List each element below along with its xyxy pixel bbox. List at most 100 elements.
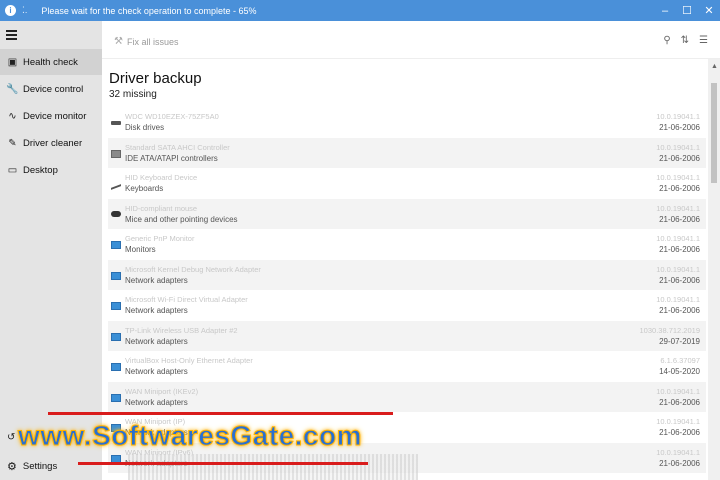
fix-all-button[interactable]: ⚒ Fix all issues [114, 36, 178, 47]
info-icon: i [5, 5, 16, 16]
list-item[interactable]: WDC WD10EZEX-75ZF5A0 Disk drives 10.0.1904… [108, 107, 706, 138]
status-message: Please wait for the check operation to c… [41, 5, 257, 16]
driver-category: Network adapters [125, 275, 188, 285]
driver-category: Disk drives [125, 123, 165, 132]
sidebar-item-driver-cleaner[interactable]: ✎ Driver cleaner [0, 130, 102, 156]
driver-version: 1030.38.712.2019 [639, 325, 700, 335]
sort-icon[interactable]: ⇅ [681, 35, 689, 46]
sidebar-item-desktop[interactable]: ▭ Desktop [0, 157, 102, 183]
driver-name: Microsoft Wi-Fi Direct Virtual Adapter [125, 295, 248, 304]
driver-category: Monitors [125, 245, 156, 254]
list-item[interactable]: TP-Link Wireless USB Adapter #2 Network a… [108, 320, 706, 351]
driver-category: Network adapters [125, 306, 188, 315]
missing-count: 32 missing [109, 89, 157, 100]
driver-version: 10.0.19041.1 [656, 386, 700, 396]
window-controls: – ☐ ✕ [654, 0, 720, 21]
list-item[interactable]: VirtualBox Host-Only Ethernet Adapter Net… [108, 351, 706, 382]
driver-version: 10.0.19041.1 [656, 417, 700, 426]
list-item[interactable]: Microsoft Kernel Debug Network Adapter Ne… [108, 259, 706, 290]
scrollbar-thumb[interactable] [711, 83, 717, 183]
driver-name: HID-compliant mouse [125, 203, 198, 213]
pulse-icon: ∿ [8, 110, 17, 122]
list-item[interactable]: Generic PnP Monitor Monitors 10.0.19041.1 2… [108, 229, 706, 260]
sidebar-item-label: Health check [23, 56, 78, 68]
list-item[interactable]: Microsoft Wi-Fi Direct Virtual Adapter Ne… [108, 290, 706, 321]
driver-version: 10.0.19041.1 [656, 447, 700, 457]
list-item[interactable]: HID-compliant mouse Mice and other pointi… [108, 198, 706, 229]
watermark-text: www.SoftwaresGate.com [18, 420, 363, 452]
driver-date: 21-06-2006 [659, 245, 700, 254]
driver-category: Network adapters [125, 367, 188, 376]
network-icon [111, 363, 121, 371]
network-icon [111, 332, 121, 341]
watermark-stripe [48, 412, 393, 415]
health-icon: ▣ [7, 56, 18, 68]
page-title: Driver backup [109, 70, 202, 87]
network-icon [111, 271, 121, 280]
broom-icon: ✎ [8, 137, 17, 149]
driver-category: Network adapters [125, 336, 188, 346]
sidebar-item-label: Driver cleaner [23, 137, 83, 149]
driver-date: 21-06-2006 [659, 458, 700, 468]
driver-date: 21-06-2006 [659, 275, 700, 285]
driver-date: 21-06-2006 [659, 153, 700, 163]
watermark: www.SoftwaresGate.com [18, 412, 418, 480]
driver-name: VirtualBox Host-Only Ethernet Adapter [125, 356, 253, 365]
network-icon [111, 393, 121, 402]
network-icon [111, 302, 121, 310]
driver-date: 21-06-2006 [659, 397, 700, 407]
driver-version: 10.0.19041.1 [656, 173, 700, 182]
driver-name: Microsoft Kernel Debug Network Adapter [125, 264, 261, 274]
menu-icon[interactable] [6, 30, 17, 42]
sidebar-item-device-control[interactable]: 🔧 Device control [0, 76, 102, 102]
gear-icon: ⚙ [7, 460, 17, 473]
close-icon[interactable]: ✕ [698, 4, 720, 17]
driver-date: 29-07-2019 [659, 336, 700, 346]
sidebar-item-label: Device monitor [23, 110, 87, 122]
driver-version: 6.1.6.37097 [660, 356, 700, 365]
monitor-icon [111, 241, 121, 249]
list-item[interactable]: WAN Miniport (IKEv2) Network adapters 10.0… [108, 381, 706, 412]
driver-name: Standard SATA AHCI Controller [125, 142, 230, 152]
sidebar-item-device-monitor[interactable]: ∿ Device monitor [0, 103, 102, 129]
spinner-icon: ⁚. [22, 5, 28, 15]
driver-version: 10.0.19041.1 [656, 295, 700, 304]
wrench-icon: 🔧 [6, 83, 19, 95]
disk-icon [111, 121, 121, 125]
maximize-icon[interactable]: ☐ [676, 4, 698, 17]
toolbar-icons: ⚲ ⇅ ☰ [663, 35, 708, 46]
search-icon[interactable]: ⚲ [663, 35, 670, 46]
driver-category: Mice and other pointing devices [125, 214, 238, 224]
list-view-icon[interactable]: ☰ [699, 35, 708, 46]
sidebar-item-label: Device control [23, 83, 84, 95]
driver-version: 10.0.19041.1 [656, 264, 700, 274]
driver-category: Network adapters [125, 397, 188, 407]
toolbar: ⚒ Fix all issues ⚲ ⇅ ☰ [102, 21, 720, 59]
driver-date: 14-05-2020 [659, 367, 700, 376]
history-icon[interactable]: ↺ [7, 432, 15, 443]
driver-name: WDC WD10EZEX-75ZF5A0 [125, 112, 219, 121]
minimize-icon[interactable]: – [654, 5, 676, 17]
driver-version: 10.0.19041.1 [656, 234, 700, 243]
driver-category: Keyboards [125, 184, 164, 193]
driver-version: 10.0.19041.1 [656, 203, 700, 213]
magic-wand-icon: ⚒ [114, 36, 123, 47]
list-item[interactable]: HID Keyboard Device Keyboards 10.0.19041.1… [108, 168, 706, 199]
scrollbar[interactable]: ▲ [708, 59, 720, 480]
monitor-icon: ▭ [7, 164, 18, 176]
driver-date: 21-06-2006 [659, 184, 700, 193]
driver-name: WAN Miniport (IKEv2) [125, 386, 199, 396]
keyboard-icon [111, 178, 121, 190]
scroll-up-icon[interactable]: ▲ [711, 63, 718, 70]
mouse-icon [111, 210, 121, 217]
driver-date: 21-06-2006 [659, 428, 700, 437]
driver-date: 21-06-2006 [659, 214, 700, 224]
watermark-texture [128, 454, 418, 480]
title-bar: i ⁚. Please wait for the check operation… [0, 0, 720, 21]
list-item[interactable]: Standard SATA AHCI Controller IDE ATA/ATA… [108, 137, 706, 168]
driver-name: Generic PnP Monitor [125, 234, 195, 243]
driver-name: TP-Link Wireless USB Adapter #2 [125, 325, 238, 335]
sidebar-item-health-check[interactable]: ▣ Health check [0, 49, 102, 75]
controller-icon [111, 149, 121, 158]
driver-category: IDE ATA/ATAPI controllers [125, 153, 218, 163]
